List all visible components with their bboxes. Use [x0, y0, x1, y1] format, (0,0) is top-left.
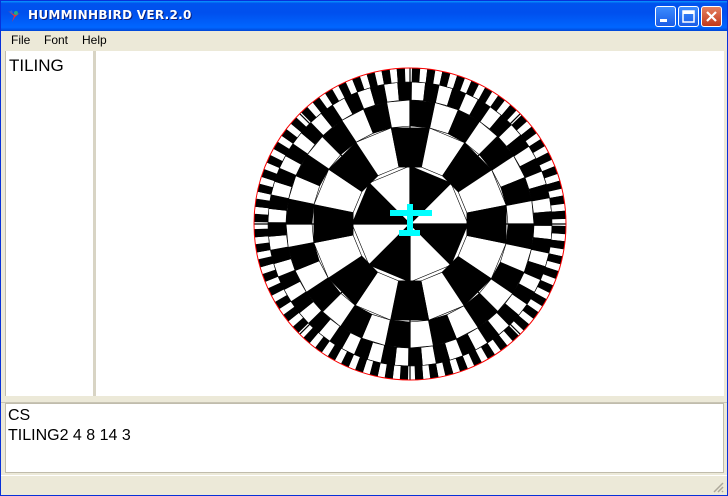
status-bar — [1, 475, 727, 495]
tiling-cell — [396, 68, 406, 83]
left-panel[interactable]: TILING — [5, 51, 96, 396]
menu-font[interactable]: Font — [44, 33, 68, 47]
tiling-cell — [394, 346, 409, 367]
tiling-cell — [551, 225, 566, 235]
title-bar[interactable]: HUMMINHBIRD VER.2.0 — [1, 1, 727, 31]
console-output[interactable]: CS TILING2 4 8 14 3 — [5, 403, 724, 473]
tiling-cell — [550, 203, 566, 213]
app-window: HUMMINHBIRD VER.2.0 File Font Help TILIN… — [0, 0, 728, 496]
drawing-canvas[interactable] — [96, 51, 724, 396]
hyperbolic-tiling — [253, 67, 567, 381]
tiling-cell — [254, 213, 269, 223]
hummingbird-icon — [8, 10, 20, 22]
tiling-cell — [551, 210, 566, 220]
close-button[interactable] — [701, 6, 722, 27]
menu-bar: File Font Help — [1, 31, 727, 50]
tiling-cell — [267, 208, 288, 223]
tiling-cell — [254, 221, 269, 230]
close-icon — [706, 11, 717, 22]
maximize-button[interactable] — [678, 6, 699, 27]
left-panel-text: TILING — [9, 56, 64, 75]
tiling-cell — [404, 68, 413, 83]
tiling-cell — [407, 365, 416, 380]
window-title: HUMMINHBIRD VER.2.0 — [28, 8, 192, 22]
tiling-cell — [254, 235, 270, 245]
tiling-cell — [551, 218, 566, 227]
menu-help[interactable]: Help — [82, 33, 107, 47]
splitter[interactable] — [1, 396, 727, 403]
menu-file[interactable]: File — [11, 33, 30, 47]
tiling-cell — [421, 364, 431, 380]
tiling-cell — [389, 68, 399, 84]
tiling-cell — [414, 365, 424, 380]
tiling-cell — [399, 365, 409, 380]
tiling-cell — [411, 81, 426, 102]
minimize-button[interactable] — [655, 6, 676, 27]
tiling-cell — [254, 228, 269, 238]
console-line: TILING2 4 8 14 3 — [8, 427, 131, 444]
maximize-icon — [682, 10, 695, 23]
resize-grip-icon[interactable] — [712, 481, 724, 493]
tiling-cell — [411, 68, 421, 83]
minimize-icon — [660, 19, 667, 22]
tiling-cell — [532, 225, 553, 240]
console-line: CS — [8, 407, 31, 424]
